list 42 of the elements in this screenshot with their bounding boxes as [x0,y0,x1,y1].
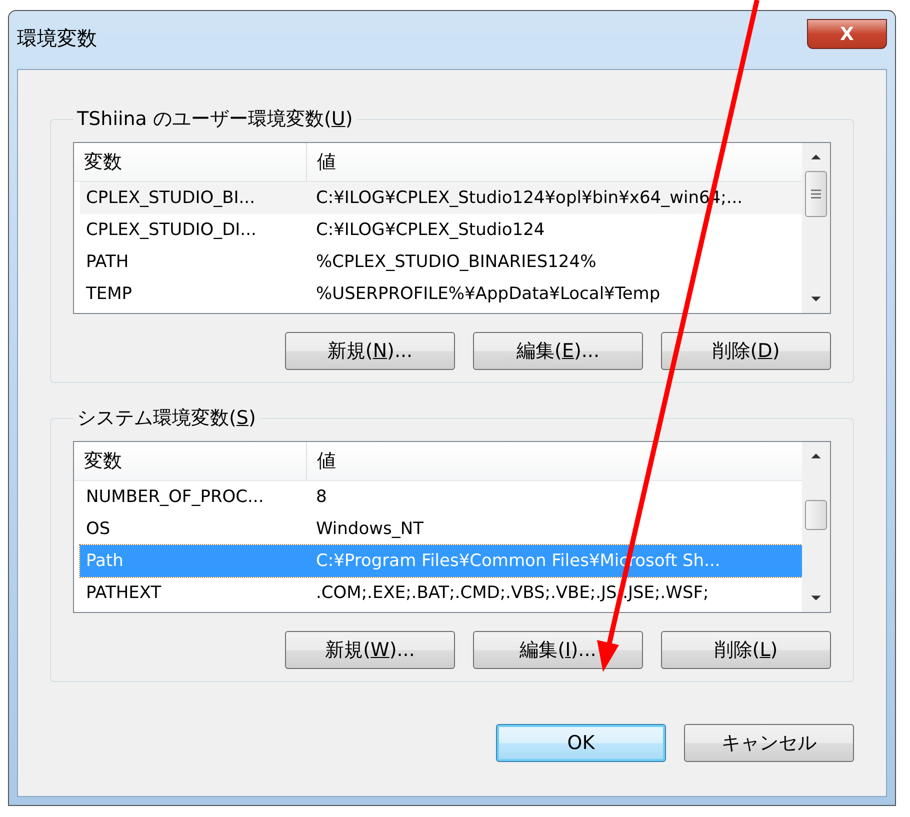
column-header[interactable]: 変数 [74,143,307,181]
list-row[interactable]: PATH %CPLEX_STUDIO_BINARIES124% [80,246,802,278]
variable-value: C:¥ILOG¥CPLEX_Studio124 [316,220,545,240]
column-header[interactable]: 変数 [74,442,307,480]
group-title: TShiina のユーザー環境変数(U) [76,107,354,132]
variable-name: CPLEX_STUDIO_DI... [85,220,258,240]
column-header[interactable]: 値 [307,143,336,181]
scroll-down-icon[interactable] [810,594,822,602]
scroll-thumb[interactable] [805,500,827,530]
dialog-button[interactable]: 編集(I)... [473,631,643,669]
scrollbar[interactable] [802,442,830,612]
variable-name: NUMBER_OF_PROC... [85,487,265,507]
dialog-button[interactable]: 編集(E)... [473,332,643,370]
cancel-button[interactable]: キャンセル [684,724,854,762]
dialog-button[interactable]: 削除(L) [661,631,831,669]
variable-name: TEMP [85,284,134,304]
group-title: システム環境変数(S) [76,406,257,431]
scroll-up-icon[interactable] [810,452,822,460]
variable-name: PATHEXT [85,583,162,603]
variable-value: 8 [316,487,327,507]
variable-name: PATH [85,252,130,272]
variable-name: OS [85,519,112,539]
variable-value: %CPLEX_STUDIO_BINARIES124% [316,252,596,272]
variable-name: Path [85,551,124,571]
ok-button[interactable]: OK [496,724,666,762]
dialog-button[interactable]: 新規(W)... [285,631,455,669]
dialog-button[interactable]: 新規(N)... [285,332,455,370]
window-title: 環境変数 [17,25,97,52]
scroll-down-icon[interactable] [810,295,822,303]
close-button[interactable]: X [807,19,887,49]
scroll-up-icon[interactable] [810,153,822,161]
list-row[interactable]: CPLEX_STUDIO_DI... C:¥ILOG¥CPLEX_Studio124 [80,214,802,246]
variable-value: Windows_NT [316,519,424,539]
column-header[interactable]: 値 [307,442,336,480]
scroll-thumb[interactable] [805,171,827,217]
list-row[interactable]: OS Windows_NT [80,513,802,545]
dialog-button[interactable]: 削除(D) [661,332,831,370]
scrollbar[interactable] [802,143,830,313]
variable-name: CPLEX_STUDIO_BI... [85,188,256,208]
variable-value: %USERPROFILE%¥AppData¥Local¥Temp [316,284,660,304]
list-row[interactable]: TEMP %USERPROFILE%¥AppData¥Local¥Temp [80,278,802,310]
list-row[interactable]: NUMBER_OF_PROC... 8 [80,481,802,513]
